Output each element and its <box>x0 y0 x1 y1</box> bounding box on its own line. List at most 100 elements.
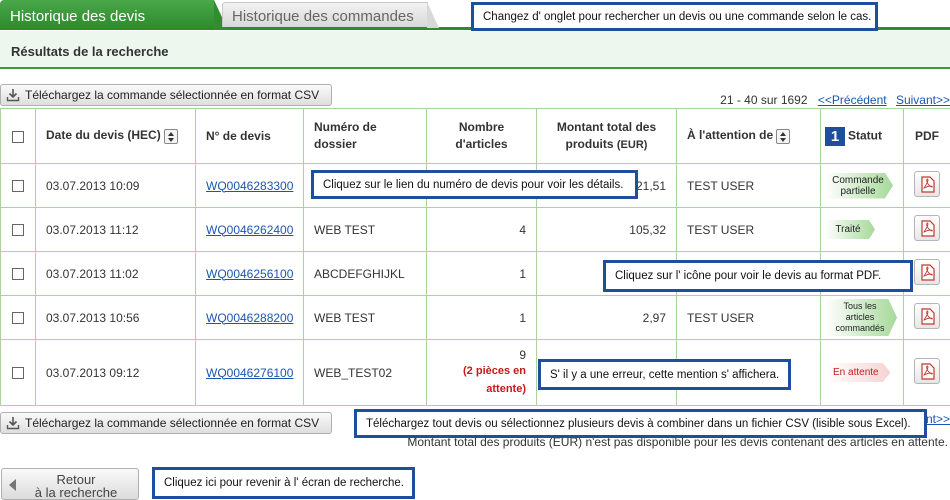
status-badge: Tous les articles commandés <box>825 299 897 336</box>
col-quote-no: N° de devis <box>195 108 304 164</box>
amount-cell: 105,32 <box>536 207 677 252</box>
date-cell: 03.07.2013 11:12 <box>35 207 196 252</box>
results-header: Résultats de la recherche <box>0 31 950 69</box>
date-cell: 03.07.2013 10:09 <box>35 163 196 208</box>
quote-link[interactable]: WQ0046283300 <box>206 179 293 193</box>
quote-no-cell: WQ0046256100 <box>195 251 304 296</box>
result-range: 21 - 40 sur 1692 <box>720 93 808 107</box>
status-cell: Commande partielle <box>820 163 904 208</box>
row-checkbox[interactable] <box>12 312 24 325</box>
quote-link[interactable]: WQ0046262400 <box>206 223 293 237</box>
articles-cell: 1 <box>426 251 537 296</box>
quote-no-cell: WQ0046262400 <box>195 207 304 252</box>
row-checkbox-cell <box>0 207 36 252</box>
callout-tabs: Changez d' onglet pour rechercher un dev… <box>471 2 878 31</box>
col-attention: À l'attention de <box>676 108 821 164</box>
date-cell: 03.07.2013 09:12 <box>35 339 196 406</box>
col-articles: Nombre d'articles <box>426 108 537 164</box>
step-1-marker: 1 <box>825 126 845 146</box>
pdf-icon <box>921 176 935 193</box>
pdf-button[interactable] <box>914 259 940 285</box>
quote-link[interactable]: WQ0046288200 <box>206 311 293 325</box>
row-checkbox-cell <box>0 251 36 296</box>
table-row: 03.07.2013 11:12 WQ0046262400 WEB TEST 4… <box>0 207 950 252</box>
file-no-cell: WEB TEST <box>303 295 427 340</box>
tab-quotes-history[interactable]: Historique des devis <box>0 0 228 30</box>
quote-no-cell: WQ0046276100 <box>195 339 304 406</box>
status-badge: Traité <box>825 220 875 239</box>
row-checkbox[interactable] <box>12 268 24 281</box>
pdf-cell <box>903 295 950 340</box>
pdf-button[interactable] <box>914 358 940 384</box>
quote-link[interactable]: WQ0046276100 <box>206 366 293 380</box>
select-all-checkbox[interactable] <box>12 130 24 143</box>
select-all-cell <box>0 108 36 164</box>
col-date: Date du devis (HEC) <box>35 108 196 164</box>
status-cell: Traité <box>820 207 904 252</box>
next-link-bottom[interactable]: nt>> <box>926 412 950 426</box>
row-checkbox-cell <box>0 295 36 340</box>
back-to-search-button[interactable]: Retour à la recherche <box>1 468 139 500</box>
download-icon <box>6 89 20 102</box>
sort-date-button[interactable] <box>163 128 178 144</box>
csv-download-button-bottom[interactable]: Téléchargez la commande sélectionnée en … <box>0 412 332 434</box>
attention-cell: TEST USER <box>676 207 821 252</box>
row-checkbox-cell <box>0 339 36 406</box>
articles-count: 9 <box>519 347 526 362</box>
table-header-row: Date du devis (HEC) N° de devis Numéro d… <box>0 108 950 164</box>
date-cell: 03.07.2013 10:56 <box>35 295 196 340</box>
status-badge: Commande partielle <box>825 172 893 199</box>
file-no-cell: WEB TEST <box>303 207 427 252</box>
row-checkbox-cell <box>0 163 36 208</box>
results-title: Résultats de la recherche <box>11 44 169 59</box>
pdf-cell <box>903 207 950 252</box>
csv-download-button-top[interactable]: Téléchargez la commande sélectionnée en … <box>0 84 332 106</box>
col-amount-unit: (EUR) <box>616 138 648 151</box>
pagination: 21 - 40 sur 1692 <<Précédent Suivant>> <box>720 93 950 107</box>
status-cell: En attente <box>820 339 904 406</box>
col-date-label: Date du devis (HEC) <box>46 128 161 143</box>
pdf-icon <box>921 220 935 237</box>
pdf-button[interactable] <box>914 215 940 241</box>
row-checkbox[interactable] <box>12 180 24 193</box>
sort-attention-button[interactable] <box>776 128 791 144</box>
pdf-icon <box>921 363 935 380</box>
quote-link[interactable]: WQ0046256100 <box>206 267 293 281</box>
pdf-cell <box>903 339 950 406</box>
date-cell: 03.07.2013 11:02 <box>35 251 196 296</box>
quote-no-cell: WQ0046288200 <box>195 295 304 340</box>
articles-cell: 9 (2 pièces en attente) <box>426 339 537 406</box>
next-link[interactable]: Suivant>> <box>896 93 950 107</box>
pdf-button[interactable] <box>914 303 940 329</box>
pdf-cell <box>903 163 950 208</box>
download-icon <box>6 417 20 430</box>
col-pdf: PDF <box>903 108 950 164</box>
pending-note: (2 pièces en attente) <box>463 364 526 395</box>
row-checkbox[interactable] <box>12 224 24 237</box>
col-status-label: Statut <box>848 128 882 143</box>
articles-cell: 1 <box>426 295 537 340</box>
csv-download-label: Téléchargez la commande sélectionnée en … <box>25 416 320 430</box>
callout-error: S' il y a une erreur, cette mention s' a… <box>538 359 791 390</box>
attention-cell: TEST USER <box>676 163 821 208</box>
quote-no-cell: WQ0046283300 <box>195 163 304 208</box>
col-file-no: Numéro de dossier <box>303 108 427 164</box>
tab-orders-history[interactable]: Historique des commandes <box>222 2 439 28</box>
file-no-cell: WEB_TEST02 <box>303 339 427 406</box>
status-cell: Tous les articles commandés <box>820 295 904 340</box>
articles-cell: 4 <box>426 207 537 252</box>
back-label-line2: à la recherche <box>34 485 118 500</box>
amount-cell: 2,97 <box>536 295 677 340</box>
file-no-cell: ABCDEFGHIJKL <box>303 251 427 296</box>
callout-back: Cliquez ici pour revenir à l' écran de r… <box>152 467 415 499</box>
previous-link[interactable]: <<Précédent <box>818 93 887 107</box>
quotes-table: Date du devis (HEC) N° de devis Numéro d… <box>0 108 950 406</box>
csv-download-label: Téléchargez la commande sélectionnée en … <box>25 88 320 102</box>
row-checkbox[interactable] <box>12 367 24 380</box>
attention-cell: TEST USER <box>676 295 821 340</box>
pdf-button[interactable] <box>914 171 940 197</box>
pdf-icon <box>921 308 935 325</box>
table-row: 03.07.2013 10:56 WQ0046288200 WEB TEST 1… <box>0 295 950 340</box>
col-status: 1 Statut <box>820 108 904 164</box>
callout-csv: Téléchargez tout devis ou sélectionnez p… <box>354 409 927 438</box>
